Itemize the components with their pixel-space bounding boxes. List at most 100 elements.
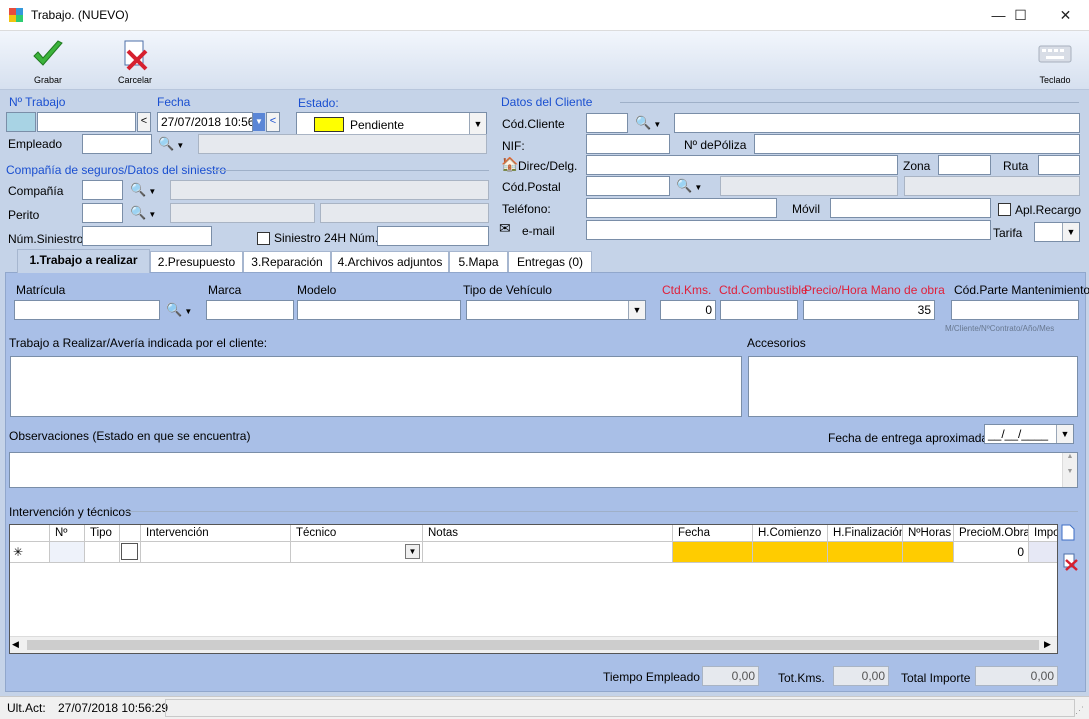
client-code-field[interactable]: [586, 113, 628, 133]
grid-header-amount[interactable]: Impo: [1029, 525, 1057, 542]
grid-cell-date[interactable]: [673, 542, 753, 563]
tab-attachments[interactable]: 4.Archivos adjuntos: [331, 251, 449, 272]
maintenance-field[interactable]: [951, 300, 1079, 320]
status-select[interactable]: Pendiente ▼: [296, 112, 487, 136]
insurance-section-label: Compañía de seguros/Datos del siniestro: [6, 163, 227, 177]
job-number-prev-button[interactable]: <: [137, 112, 151, 132]
employee-search-button[interactable]: 🔍 ▼: [158, 134, 192, 156]
surcharge-label: Apl.Recargo: [1015, 203, 1082, 217]
accessories-textarea[interactable]: [748, 356, 1078, 417]
expert-label: Perito: [8, 208, 40, 222]
job-number-field[interactable]: [37, 112, 136, 132]
grid-cell-intervention[interactable]: [141, 542, 291, 563]
scroll-left-icon[interactable]: ◀: [12, 639, 19, 650]
chevron-down-icon[interactable]: ▼: [405, 544, 420, 559]
total-kms-field: 0,00: [833, 666, 889, 686]
cancel-button[interactable]: Carcelar: [112, 36, 158, 86]
expert-search-button[interactable]: 🔍 ▼: [130, 203, 164, 225]
labour-rate-field[interactable]: 35: [803, 300, 935, 320]
vehicle-type-select[interactable]: ▼: [466, 300, 646, 320]
surcharge-checkbox[interactable]: [998, 203, 1011, 216]
grid-cell-technician[interactable]: ▼: [291, 542, 423, 563]
grid-cell-amount[interactable]: [1029, 542, 1057, 563]
kms-field[interactable]: 0: [660, 300, 716, 320]
company-search-button[interactable]: 🔍 ▼: [130, 180, 164, 202]
employee-field[interactable]: [82, 134, 152, 154]
postal-search-button[interactable]: 🔍 ▼: [676, 176, 710, 198]
delivery-date-field[interactable]: __/__/____ ▼: [984, 424, 1074, 444]
tab-deliveries[interactable]: Entregas (0): [508, 251, 592, 272]
phone-field[interactable]: [586, 198, 777, 218]
client-search-button[interactable]: 🔍 ▼: [635, 113, 669, 135]
grid-header-price[interactable]: PrecioM.Obra: [954, 525, 1029, 542]
observations-scrollbar[interactable]: ▲ ▼: [1062, 453, 1077, 487]
maximize-button[interactable]: ☐: [998, 0, 1043, 31]
rate-select[interactable]: ▼: [1034, 222, 1080, 242]
keyboard-button[interactable]: Teclado: [1032, 41, 1078, 87]
house-icon[interactable]: 🏠: [501, 156, 518, 173]
grid-header-type[interactable]: Tipo: [85, 525, 120, 542]
grid-cell-end[interactable]: [828, 542, 903, 563]
client-separator: [620, 102, 1079, 103]
date-dropdown-button[interactable]: ▼: [253, 113, 265, 131]
grid-cell-hours[interactable]: [903, 542, 954, 563]
client-name-field[interactable]: [674, 113, 1080, 133]
claim24-checkbox[interactable]: [257, 232, 270, 245]
postal-code-field[interactable]: [586, 176, 670, 196]
grid-cell-start[interactable]: [753, 542, 828, 563]
model-field[interactable]: [297, 300, 461, 320]
tab-map[interactable]: 5.Mapa: [449, 251, 508, 272]
resize-grip-icon[interactable]: ⋰: [1075, 705, 1084, 716]
grid-header-end[interactable]: H.Finalización: [828, 525, 903, 542]
grid-cell-checkbox[interactable]: [120, 542, 141, 563]
grid-cell-price[interactable]: 0: [954, 542, 1029, 563]
close-button[interactable]: ✕: [1043, 0, 1088, 31]
email-icon[interactable]: ✉: [499, 220, 511, 237]
policy-field[interactable]: [754, 134, 1080, 154]
route-field[interactable]: [1038, 155, 1080, 175]
address-field[interactable]: [586, 155, 898, 175]
grid-header-check[interactable]: [120, 525, 141, 542]
scroll-right-icon[interactable]: ▶: [1044, 639, 1051, 650]
grid-header-start[interactable]: H.Comienzo: [753, 525, 828, 542]
mobile-field[interactable]: [830, 198, 991, 218]
brand-field[interactable]: [206, 300, 294, 320]
delete-row-button[interactable]: [1061, 553, 1079, 571]
task-textarea[interactable]: [10, 356, 742, 417]
interventions-grid[interactable]: Nº Tipo Intervención Técnico Notas Fecha…: [9, 524, 1058, 654]
grid-cell-number[interactable]: [50, 542, 85, 563]
phone-label: Teléfono:: [502, 202, 551, 216]
search-icon: 🔍: [635, 115, 652, 130]
save-button[interactable]: Grabar: [26, 36, 70, 86]
scroll-thumb[interactable]: [27, 640, 1039, 650]
claim-number-field[interactable]: [82, 226, 212, 246]
claim24-field[interactable]: [377, 226, 489, 246]
zone-field[interactable]: [938, 155, 991, 175]
nif-field[interactable]: [586, 134, 670, 154]
tab-repair[interactable]: 3.Reparación: [243, 251, 331, 272]
grid-header-date[interactable]: Fecha: [673, 525, 753, 542]
grid-header-technician[interactable]: Técnico: [291, 525, 423, 542]
plate-field[interactable]: [14, 300, 160, 320]
grid-header-intervention[interactable]: Intervención: [141, 525, 291, 542]
new-row-button[interactable]: [1061, 524, 1077, 542]
fuel-field[interactable]: [720, 300, 798, 320]
grid-cell-type[interactable]: [85, 542, 120, 563]
company-field[interactable]: [82, 180, 123, 200]
date-prev-button[interactable]: <: [266, 112, 280, 132]
address-label: Direc/Delg.: [518, 159, 578, 173]
grid-cell-notes[interactable]: [423, 542, 673, 563]
date-field[interactable]: 27/07/2018 10:56: [157, 112, 253, 132]
tab-work[interactable]: 1.Trabajo a realizar: [17, 249, 150, 273]
grid-header-notes[interactable]: Notas: [423, 525, 673, 542]
grid-header-number[interactable]: Nº: [50, 525, 85, 542]
tab-budget[interactable]: 2.Presupuesto: [150, 251, 243, 272]
email-field[interactable]: [586, 220, 991, 240]
grid-header-hours[interactable]: NºHoras: [903, 525, 954, 542]
plate-search-button[interactable]: 🔍 ▼: [166, 300, 200, 322]
observations-textarea[interactable]: ▲ ▼: [9, 452, 1078, 488]
job-prefix-field[interactable]: [6, 112, 36, 132]
expert-field[interactable]: [82, 203, 123, 223]
labour-rate-label: Precio/Hora Mano de obra: [804, 283, 945, 297]
grid-horizontal-scrollbar[interactable]: ◀ ▶: [10, 636, 1057, 653]
